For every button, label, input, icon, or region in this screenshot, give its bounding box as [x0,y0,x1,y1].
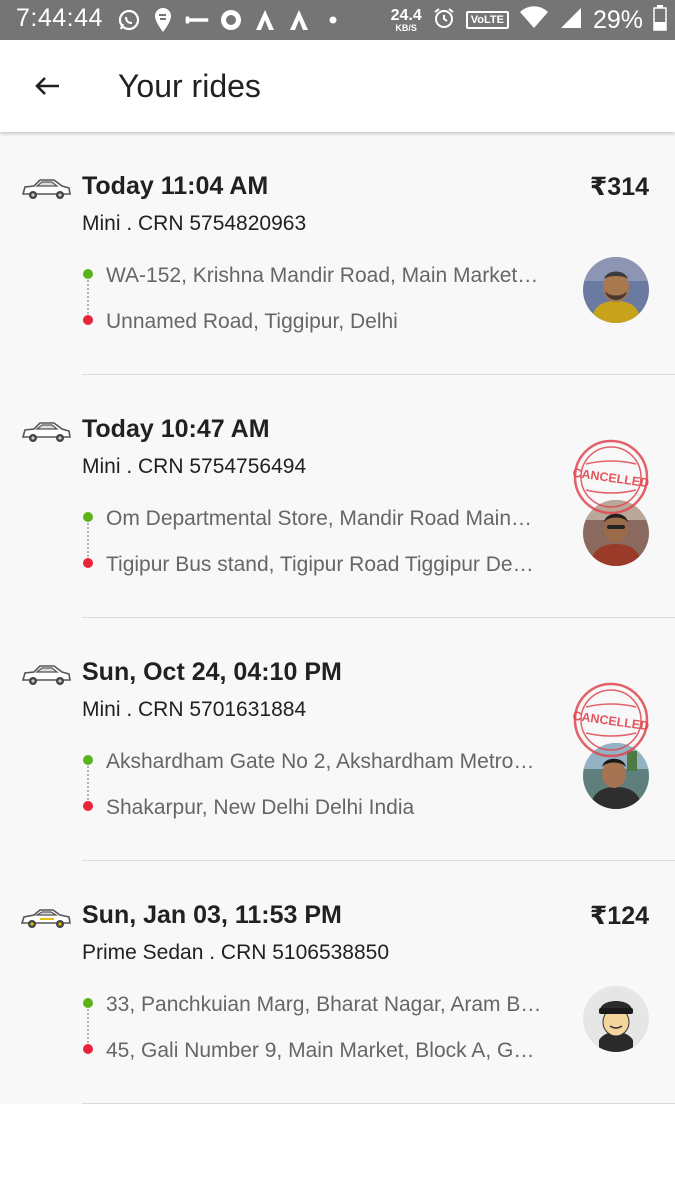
cancelled-stamp-text: CANCELLED [572,709,650,734]
pickup-dot-icon [83,755,93,765]
driver-placeholder-icon [583,986,649,1052]
system-icons: 24.4 KB/S VoLTE 29% [391,3,667,37]
pickup-dot-icon [83,998,93,1008]
pickup-address: Akshardham Gate No 2, Akshardham Metro… [106,750,535,773]
empty-area [0,1104,675,1200]
alarm-icon [432,6,456,35]
car-icon [21,179,71,199]
drop-address: 45, Gali Number 9, Main Market, Block A,… [106,1039,535,1062]
a-icon [286,7,312,33]
drop-dot-icon [83,801,93,811]
key-icon [184,7,210,33]
ride-category-crn: Mini . CRN 5754756494 [82,455,307,478]
ride-item[interactable]: Sun, Oct 24, 04:10 PM Mini . CRN 5701631… [0,618,675,861]
app-header: Your rides [0,40,675,132]
a-icon [252,7,278,33]
battery-icon [653,4,667,36]
rides-list[interactable]: Today 11:04 AM ₹314 Mini . CRN 575482096… [0,132,675,1104]
cancelled-stamp-icon: CANCELLED [572,682,650,758]
drop-address: Unnamed Road, Tiggipur, Delhi [106,310,398,333]
ride-item[interactable]: Sun, Jan 03, 11:53 PM ₹124 Prime Sedan .… [0,861,675,1104]
pickup-dot-icon [83,512,93,522]
car-icon [21,665,71,685]
status-bar: 7:44:44 24.4 KB/S VoLTE 29% [0,0,675,40]
ride-item[interactable]: Today 11:04 AM ₹314 Mini . CRN 575482096… [0,132,675,375]
volte-badge: VoLTE [465,11,509,29]
pickup-address: Om Departmental Store, Mandir Road Main… [106,507,532,530]
drop-dot-icon [83,315,93,325]
driver-avatar [583,257,649,323]
status-time: 7:44:44 [16,4,103,32]
ride-fare: ₹124 [589,902,649,930]
pickup-address: WA-152, Krishna Mandir Road, Main Market… [106,264,539,287]
pickup-address: 33, Panchkuian Marg, Bharat Nagar, Aram … [106,993,542,1016]
drop-address: Tigipur Bus stand, Tigipur Road Tiggipur… [106,553,534,576]
ride-category-crn: Mini . CRN 5701631884 [82,698,307,721]
battery-percent: 29% [592,5,643,34]
ride-time: Today 10:47 AM [82,415,270,443]
swiggy-icon [150,7,176,33]
circle-app-icon [218,7,244,33]
ride-fare: ₹314 [589,173,649,201]
dot-icon [320,7,346,33]
cancelled-stamp-icon: CANCELLED [572,439,650,515]
ride-time: Sun, Oct 24, 04:10 PM [82,658,342,686]
route-connector [87,280,89,314]
ride-category-crn: Prime Sedan . CRN 5106538850 [82,941,390,964]
drop-dot-icon [83,558,93,568]
route-connector [87,1009,89,1043]
car-icon [21,422,71,442]
notification-icons [116,6,346,34]
page-title: Your rides [118,68,261,104]
route-connector [87,766,89,800]
network-speed: 24.4 KB/S [390,6,422,33]
pickup-dot-icon [83,269,93,279]
back-button[interactable] [22,64,72,108]
sedan-icon [20,909,71,928]
cancelled-stamp-text: CANCELLED [572,466,650,491]
wifi-icon [519,5,549,35]
ride-item[interactable]: Today 10:47 AM Mini . CRN 5754756494 Om … [0,375,675,618]
arrow-left-icon [35,77,59,95]
drop-dot-icon [83,1044,93,1054]
whatsapp-icon [116,7,142,33]
route-connector [87,523,89,557]
signal-icon [559,6,583,35]
drop-address: Shakarpur, New Delhi Delhi India [106,796,415,819]
ride-time: Sun, Jan 03, 11:53 PM [82,901,342,929]
ride-category-crn: Mini . CRN 5754820963 [82,212,307,235]
ride-time: Today 11:04 AM [82,172,269,200]
